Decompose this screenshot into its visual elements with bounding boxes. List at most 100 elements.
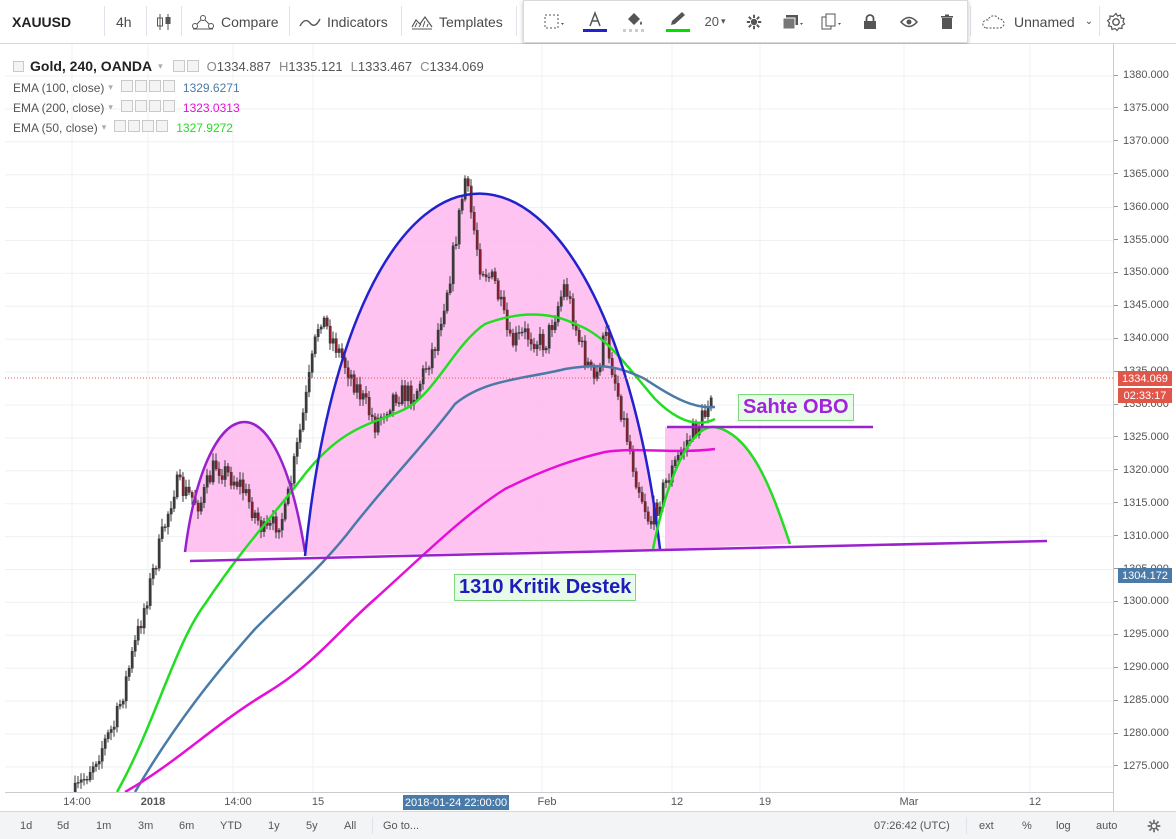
- font-size-select[interactable]: 20 ▾: [698, 1, 732, 42]
- gear-icon[interactable]: [134, 80, 147, 92]
- toolbar-divider: [146, 6, 147, 36]
- candle-body: [619, 396, 623, 420]
- layout-save-button[interactable]: Unnamed ⌄: [980, 0, 1093, 43]
- price-tick-label: 1325.000: [1114, 431, 1169, 443]
- candle-body: [112, 726, 116, 730]
- close-icon[interactable]: [162, 100, 175, 112]
- indicators-button[interactable]: Indicators: [299, 0, 388, 43]
- candle-body: [352, 374, 356, 393]
- range-1d[interactable]: 1d: [20, 812, 32, 839]
- range-all[interactable]: All: [344, 812, 356, 839]
- candle-body: [91, 766, 95, 773]
- candle-body: [247, 489, 251, 503]
- line-color-button[interactable]: [661, 1, 695, 42]
- annotation-fake-obo[interactable]: Sahte OBO: [738, 394, 854, 421]
- plus-icon[interactable]: [142, 120, 155, 132]
- candle-body: [493, 271, 497, 281]
- close-label: C: [420, 58, 430, 74]
- caret-down-icon[interactable]: ▾: [158, 61, 163, 72]
- caret-down-icon[interactable]: ▾: [108, 82, 113, 93]
- utc-clock[interactable]: 07:26:42 (UTC): [874, 812, 950, 839]
- range-1m[interactable]: 1m: [96, 812, 111, 839]
- time-tick-label: 2018: [140, 796, 166, 808]
- goto-button[interactable]: Go to...: [383, 812, 419, 839]
- candle-body: [604, 331, 608, 336]
- candle-body: [520, 331, 524, 334]
- study-name: EMA (50, close): [13, 120, 98, 135]
- range-6m[interactable]: 6m: [179, 812, 194, 839]
- candle-body: [577, 330, 581, 342]
- lock-button[interactable]: [856, 1, 884, 42]
- chart-pane[interactable]: Gold, 240, OANDA ▾ O 1334.887 H 1335.121…: [5, 44, 1113, 792]
- candle-style-button[interactable]: [156, 0, 172, 43]
- range-ytd[interactable]: YTD: [220, 812, 242, 839]
- candle-body: [466, 178, 470, 187]
- price-chart[interactable]: [5, 44, 1113, 792]
- range-5y[interactable]: 5y: [306, 812, 318, 839]
- collapse-icon[interactable]: [13, 60, 24, 72]
- low-label: L: [350, 58, 358, 74]
- visual-order-button[interactable]: [776, 1, 810, 42]
- toggle-ext[interactable]: ext: [979, 812, 994, 839]
- bottom-divider: [372, 817, 373, 834]
- interval-button[interactable]: 4h: [116, 0, 132, 43]
- gear-icon: [746, 14, 762, 29]
- eye-icon[interactable]: [120, 80, 133, 92]
- price-tick-label: 1350.000: [1114, 266, 1169, 278]
- candle-body: [514, 332, 518, 346]
- plus-icon[interactable]: [148, 100, 161, 112]
- eye-icon[interactable]: [120, 100, 133, 112]
- candle-body: [460, 199, 464, 211]
- caret-down-icon[interactable]: ▾: [102, 122, 107, 133]
- price-tick-label: 1285.000: [1114, 694, 1169, 706]
- candle-body: [616, 383, 620, 397]
- candle-body: [430, 349, 434, 369]
- gear-icon[interactable]: [128, 120, 141, 132]
- price-axis[interactable]: 1380.000 1375.000 1370.000 1365.000 1360.000…: [1113, 44, 1176, 811]
- high-value: 1335.121: [288, 58, 343, 74]
- hide-button[interactable]: [894, 1, 924, 42]
- time-axis[interactable]: 14:00 2018 14:00 15 Feb 12 19 Mar 12 2018-01-24 …: [5, 792, 1113, 812]
- gear-icon[interactable]: [186, 60, 199, 72]
- annotation-critical-support[interactable]: 1310 Kritik Destek: [454, 574, 637, 601]
- delete-button[interactable]: [932, 1, 962, 42]
- range-1y[interactable]: 1y: [268, 812, 280, 839]
- toggle-log[interactable]: log: [1056, 812, 1071, 839]
- candle-body: [316, 329, 320, 337]
- plus-icon[interactable]: [148, 80, 161, 92]
- settings-button[interactable]: [1106, 0, 1126, 43]
- close-icon[interactable]: [162, 80, 175, 92]
- clone-button[interactable]: [815, 1, 849, 42]
- range-3m[interactable]: 3m: [138, 812, 153, 839]
- price-tick-label: 1375.000: [1114, 102, 1169, 114]
- text-color-icon: [589, 11, 601, 27]
- caret-down-icon[interactable]: ▾: [108, 102, 113, 113]
- candle-body: [355, 384, 359, 393]
- text-color-button[interactable]: [580, 1, 610, 42]
- select-area-button[interactable]: [538, 1, 572, 42]
- eye-icon[interactable]: [114, 120, 127, 132]
- templates-button[interactable]: Templates: [411, 0, 503, 43]
- bottom-toolbar: 1d 5d 1m 3m 6m YTD 1y 5y All Go to... 07…: [0, 811, 1176, 839]
- candle-body: [364, 393, 368, 398]
- candle-body: [169, 508, 173, 515]
- series-title: Gold, 240, OANDA: [30, 58, 153, 74]
- toolbar-divider: [970, 6, 971, 36]
- compare-button[interactable]: Compare: [191, 0, 279, 43]
- toggle-percent[interactable]: %: [1022, 812, 1032, 839]
- last-price-value: 1334.069: [1122, 372, 1168, 385]
- candle-body: [544, 348, 548, 351]
- gear-icon[interactable]: [134, 100, 147, 112]
- candle-body: [469, 185, 473, 213]
- paint-bucket-icon: [628, 13, 642, 25]
- fill-color-button[interactable]: [618, 1, 652, 42]
- symbol-search[interactable]: XAUUSD: [12, 0, 71, 43]
- compare-label: Compare: [221, 13, 279, 30]
- close-icon[interactable]: [156, 120, 169, 132]
- price-tick-label: 1340.000: [1114, 332, 1169, 344]
- toggle-auto[interactable]: auto: [1096, 812, 1117, 839]
- chart-settings-button[interactable]: [1147, 812, 1161, 839]
- eye-icon[interactable]: [172, 60, 185, 72]
- range-5d[interactable]: 5d: [57, 812, 69, 839]
- drawing-settings-button[interactable]: [739, 1, 769, 42]
